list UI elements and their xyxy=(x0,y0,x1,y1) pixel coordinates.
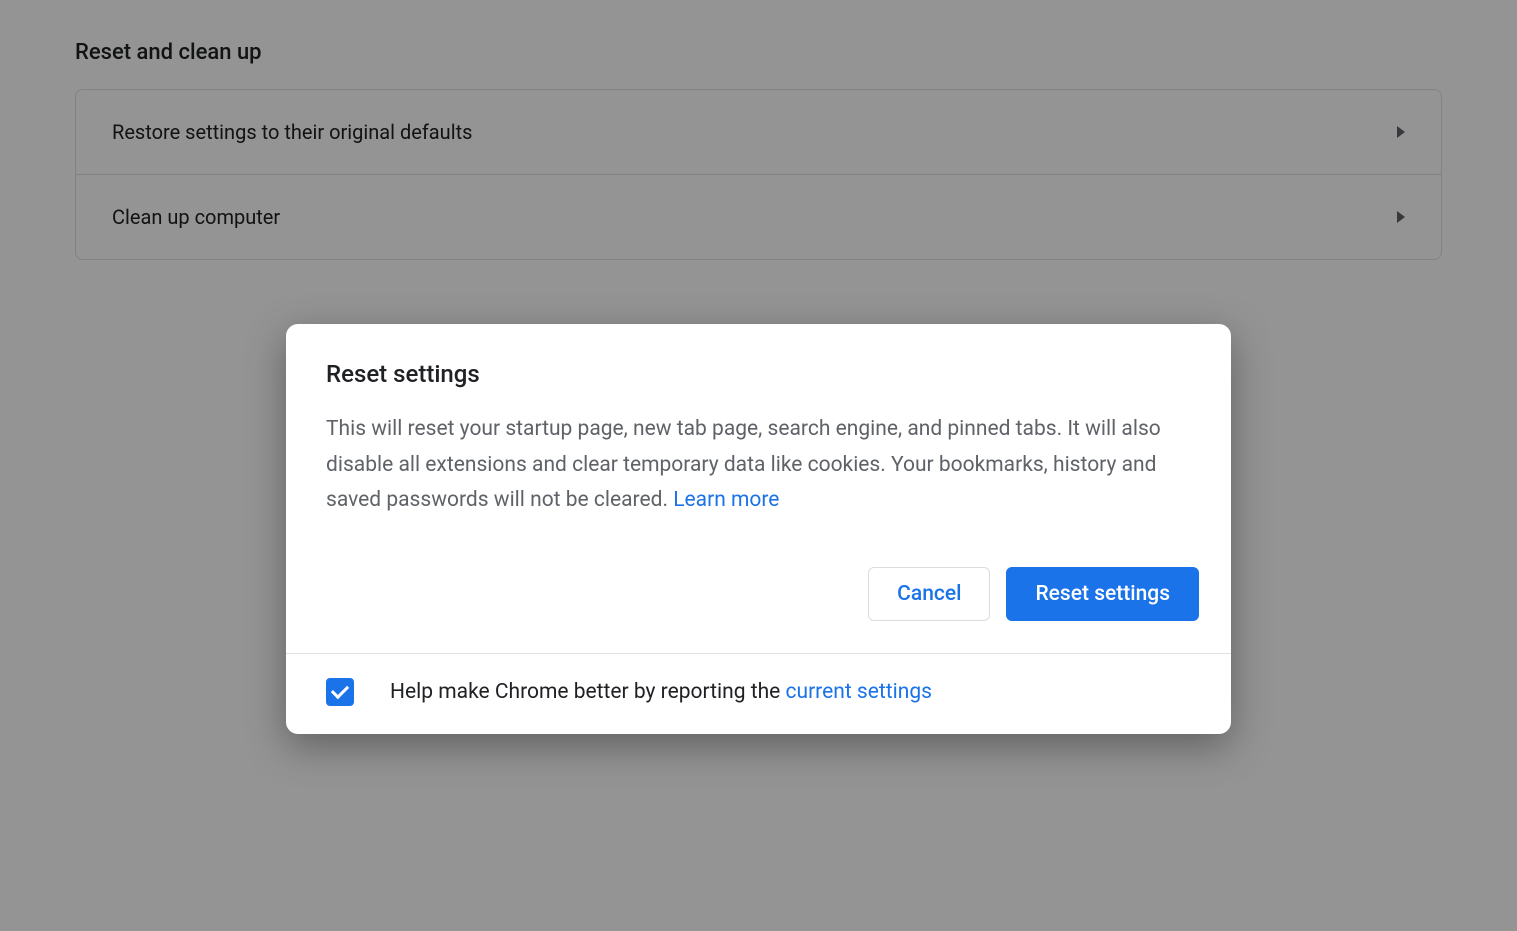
dialog-actions: Cancel Reset settings xyxy=(286,519,1231,653)
reset-settings-dialog: Reset settings This will reset your star… xyxy=(286,324,1231,734)
current-settings-link[interactable]: current settings xyxy=(786,680,932,704)
cancel-button[interactable]: Cancel xyxy=(868,567,990,621)
footer-text-span: Help make Chrome better by reporting the xyxy=(390,680,786,704)
dialog-title: Reset settings xyxy=(326,360,1191,388)
reset-settings-button[interactable]: Reset settings xyxy=(1006,567,1199,621)
footer-text: Help make Chrome better by reporting the… xyxy=(390,680,932,704)
learn-more-link[interactable]: Learn more xyxy=(673,488,779,512)
modal-overlay: Reset settings This will reset your star… xyxy=(0,0,1517,931)
dialog-footer: Help make Chrome better by reporting the… xyxy=(286,653,1231,734)
checkmark-icon xyxy=(331,681,349,699)
report-settings-checkbox[interactable] xyxy=(326,678,354,706)
dialog-body: This will reset your startup page, new t… xyxy=(286,388,1231,519)
